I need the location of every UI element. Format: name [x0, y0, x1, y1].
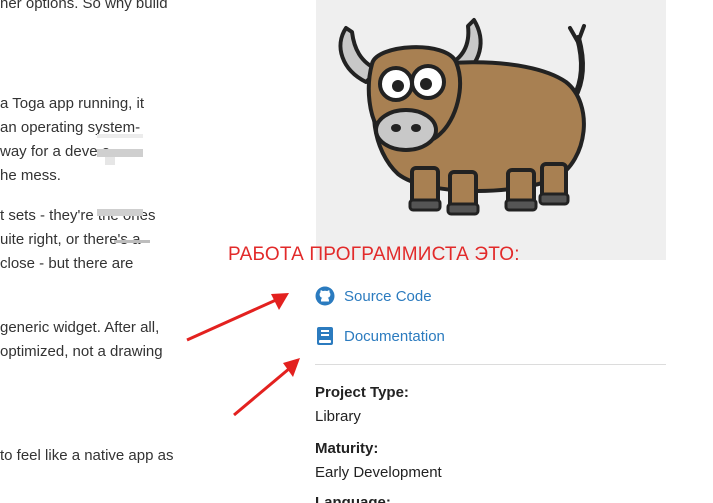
article-line: to feel like a native app as: [0, 447, 174, 464]
page: her options. So why build a Toga app run…: [0, 0, 713, 503]
glitch-artifact: [105, 157, 115, 165]
documentation-link[interactable]: Documentation: [315, 324, 445, 348]
project-image: [316, 0, 666, 260]
language-label: Language:: [315, 494, 391, 503]
article-line: way for a deve o: [0, 143, 111, 160]
yak-mascot-icon: [338, 18, 586, 216]
meme-caption: РАБОТА ПРОГРАММИСТА ЭТО:: [228, 244, 520, 265]
source-code-label: Source Code: [344, 287, 432, 305]
arrow-to-source-code: [186, 298, 277, 342]
arrow-to-documentation: [233, 366, 291, 417]
sidebar-divider: [315, 364, 666, 365]
glitch-artifact: [97, 134, 143, 138]
project-type-value: Library: [315, 408, 361, 425]
article-line: he mess.: [0, 167, 61, 184]
article-line: generic widget. After all,: [0, 319, 160, 336]
glitch-artifact: [97, 149, 143, 157]
project-type-label: Project Type:: [315, 384, 409, 401]
arrow-head: [283, 358, 300, 377]
arrow-head: [271, 293, 289, 310]
github-icon: [315, 286, 335, 306]
glitch-artifact: [114, 240, 150, 243]
book-icon: [315, 326, 335, 346]
article-line: t sets - they're the ones: [0, 207, 156, 224]
glitch-artifact: [97, 209, 143, 216]
maturity-value: Early Development: [315, 464, 442, 481]
article-line: optimized, not a drawing: [0, 343, 163, 360]
article-line: her options. So why build: [0, 0, 168, 12]
documentation-label: Documentation: [344, 327, 445, 345]
source-code-link[interactable]: Source Code: [315, 284, 432, 308]
article-line: close - but there are: [0, 255, 134, 272]
maturity-label: Maturity:: [315, 440, 379, 457]
article-line: a Toga app running, it: [0, 95, 145, 112]
